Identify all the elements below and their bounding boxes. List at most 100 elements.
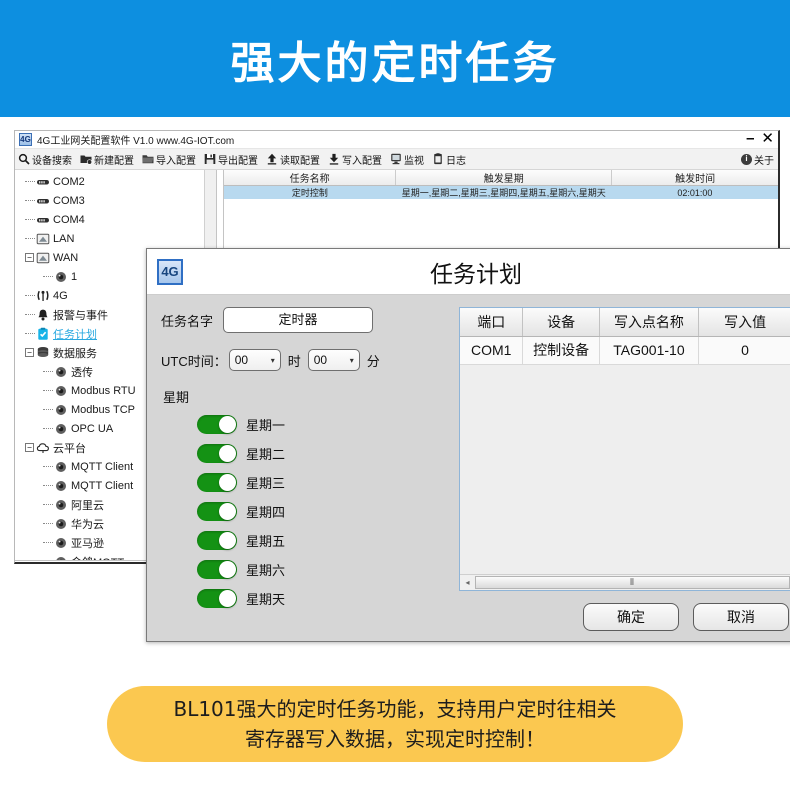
table-header-row: 任务名称 触发星期 触发时间	[224, 170, 778, 186]
window-controls: – ✕	[746, 131, 774, 146]
tree-item-label: 数据服务	[53, 347, 97, 360]
utc-time-label: UTC时间：	[161, 353, 227, 369]
caption-line-2: 寄存器写入数据，实现定时控制！	[245, 727, 545, 751]
weekday-toggle-4[interactable]	[197, 502, 237, 521]
network-icon	[36, 251, 50, 265]
tree-item-com2[interactable]: COM2	[19, 172, 216, 191]
toolbar-item-import-config[interactable]: 导入配置	[142, 152, 196, 167]
toolbar-label: 监视	[404, 155, 424, 167]
task-name-input[interactable]: 定时器	[223, 307, 374, 333]
grid-horizontal-scrollbar[interactable]: ◂ ⦀	[460, 574, 790, 590]
tree-item-label: 云平台	[53, 442, 86, 455]
weekday-row: 星期五	[161, 526, 451, 555]
toolbar-item-write-config[interactable]: 写入配置	[328, 152, 382, 167]
weekday-toggle-5[interactable]	[197, 531, 237, 550]
table-row[interactable]: 定时控制 星期一,星期二,星期三,星期四,星期五,星期六,星期天 02:01:0…	[224, 185, 778, 199]
save-disk-icon	[204, 153, 216, 165]
weekday-toggle-7[interactable]	[197, 589, 237, 608]
device-node-icon	[54, 517, 68, 531]
grid-empty-area	[460, 364, 790, 574]
column-header-write-value[interactable]: 写入值	[698, 308, 790, 337]
tree-item-lan[interactable]: LAN	[19, 229, 216, 248]
database-icon	[36, 346, 50, 360]
grid-row[interactable]: COM1 控制设备 TAG001-10 0	[460, 336, 790, 365]
toggle-knob	[219, 561, 236, 578]
column-header-port[interactable]: 端口	[460, 308, 524, 337]
tree-item-com4[interactable]: COM4	[19, 210, 216, 229]
toolbar-item-log[interactable]: 日志	[432, 152, 466, 167]
tree-item-label: Modbus RTU	[71, 384, 136, 397]
tree-item-label: Modbus TCP	[71, 403, 135, 416]
weekday-toggle-3[interactable]	[197, 473, 237, 492]
weekday-row: 星期二	[161, 439, 451, 468]
toggle-knob	[219, 590, 236, 607]
weekday-toggle-1[interactable]	[197, 415, 237, 434]
scroll-left-arrow-icon[interactable]: ◂	[461, 578, 474, 587]
tree-item-label: 阿里云	[71, 499, 104, 512]
toolbar-item-export-config[interactable]: 导出配置	[204, 152, 258, 167]
caption-line-1: BL101强大的定时任务功能，支持用户定时往相关	[173, 697, 617, 721]
device-node-icon	[54, 479, 68, 493]
column-header-trigger-weekday[interactable]: 触发星期	[395, 170, 613, 186]
toolbar-label: 写入配置	[342, 155, 382, 167]
tree-connector	[43, 485, 53, 486]
tree-expander-toggle[interactable]: −	[25, 348, 34, 357]
minimize-button[interactable]: –	[746, 131, 754, 146]
weekday-label: 星期五	[246, 534, 286, 549]
toolbar-item-new-config[interactable]: 新建配置	[80, 152, 134, 167]
column-header-point-name[interactable]: 写入点名称	[599, 308, 700, 337]
page-root: 强大的定时任务 4G 4G工业网关配置软件 V1.0 www.4G-IOT.co…	[0, 0, 790, 807]
network-icon	[36, 232, 50, 246]
hour-select[interactable]: 00 ▾	[228, 349, 281, 371]
toolbar-label: 导入配置	[156, 155, 196, 167]
tree-expander-toggle[interactable]: −	[25, 443, 34, 452]
device-node-icon	[54, 498, 68, 512]
column-header-trigger-time[interactable]: 触发时间	[611, 170, 778, 186]
write-points-grid-wrapper: 端口 设备 写入点名称 写入值 COM1 控制设备 TAG001-10 0 ◂ …	[459, 307, 790, 591]
toolbar-item-monitor[interactable]: 监视	[390, 152, 424, 167]
weekday-toggle-2[interactable]	[197, 444, 237, 463]
toolbar-item-device-search[interactable]: 设备搜索	[18, 152, 72, 167]
device-node-icon	[54, 460, 68, 474]
minute-select[interactable]: 00 ▾	[307, 349, 360, 371]
cell-point-name: TAG001-10	[599, 336, 700, 365]
tree-item-label: 任务计划	[53, 328, 97, 341]
column-header-task-name[interactable]: 任务名称	[224, 170, 397, 186]
tree-item-com3[interactable]: COM3	[19, 191, 216, 210]
tree-expander-toggle[interactable]: −	[25, 253, 34, 262]
weekday-toggle-list: 星期一 星期二 星期三 星期四 星期五 星期六 星期天	[161, 410, 451, 613]
cell-write-value: 0	[698, 336, 790, 365]
toolbar-item-about[interactable]: i 关于	[741, 152, 774, 167]
scrollbar-thumb[interactable]: ⦀	[475, 576, 790, 589]
weekday-toggle-6[interactable]	[197, 560, 237, 579]
tree-connector	[25, 200, 35, 201]
tree-connector	[43, 466, 53, 467]
weekday-row: 星期六	[161, 555, 451, 584]
info-icon: i	[741, 153, 752, 165]
dialog-body: 任务名字 定时器 UTC时间： 00 ▾ 时 00 ▾ 分 星期 星期一 星期二…	[147, 295, 790, 641]
toolbar-label: 日志	[446, 155, 466, 167]
arrow-down-icon	[328, 153, 340, 165]
tree-connector	[43, 276, 53, 277]
minute-value: 00	[313, 353, 328, 367]
ok-button[interactable]: 确定	[583, 603, 679, 631]
column-header-device[interactable]: 设备	[522, 308, 600, 337]
device-node-icon	[54, 555, 68, 560]
toolbar-item-read-config[interactable]: 读取配置	[266, 152, 320, 167]
toggle-knob	[219, 503, 236, 520]
close-button[interactable]: ✕	[761, 131, 774, 146]
cancel-button[interactable]: 取消	[693, 603, 789, 631]
tree-connector	[25, 181, 35, 182]
